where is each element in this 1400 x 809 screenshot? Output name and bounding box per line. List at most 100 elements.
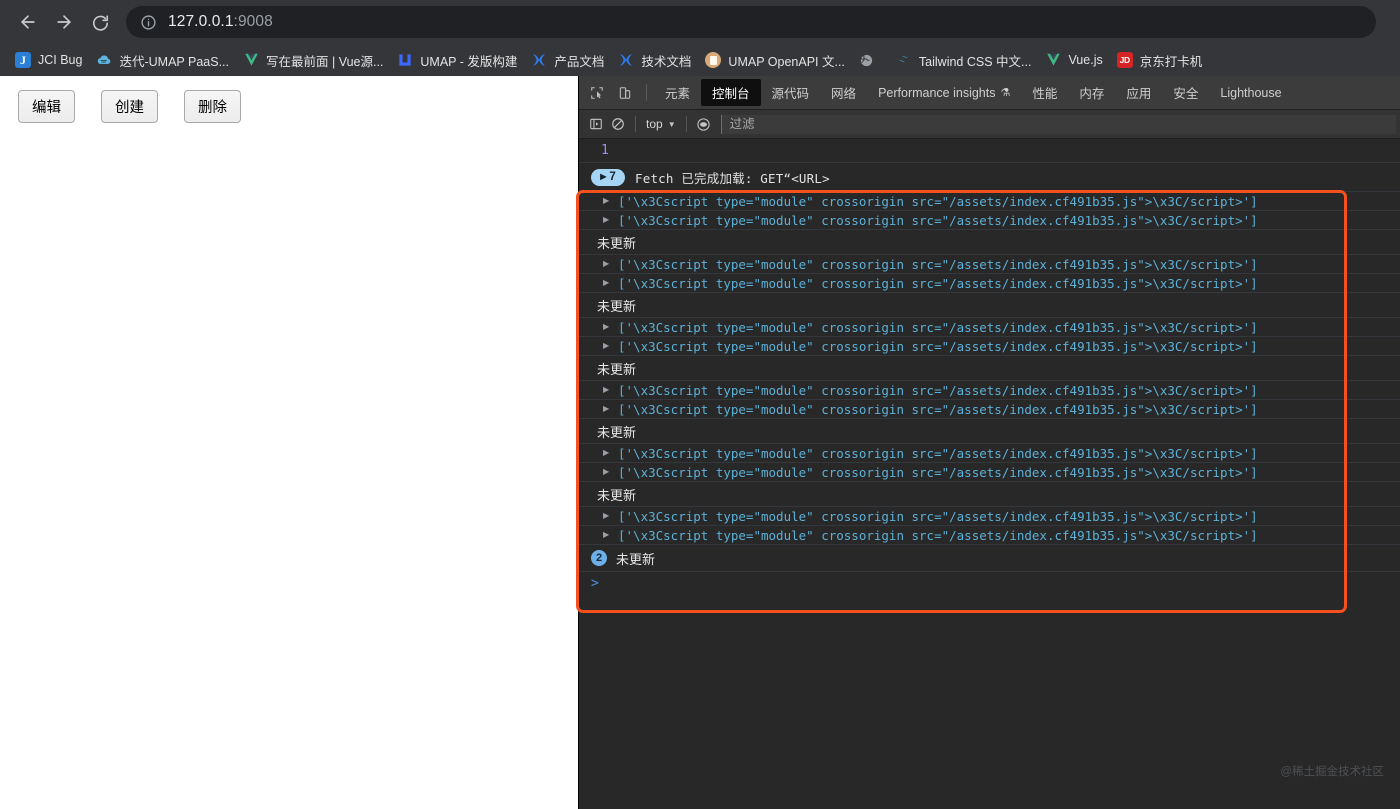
console-log-row[interactable]: ▶ ['\x3Cscript type="module" crossorigin… xyxy=(579,255,1400,274)
inspect-element-button[interactable] xyxy=(584,80,610,106)
tab-label: 性能 xyxy=(1032,87,1058,101)
status-text: 未更新 xyxy=(597,361,637,377)
console-fetch-group-row[interactable]: ▶ 7 Fetch 已完成加载: GET“<URL> xyxy=(579,163,1400,192)
bookmark-tailwind[interactable]: Tailwind CSS 中文... xyxy=(889,47,1039,73)
console-log-row[interactable]: ▶ ['\x3Cscript type="module" crossorigin… xyxy=(579,400,1400,419)
expand-arrow-icon[interactable]: ▶ xyxy=(603,216,612,224)
eye-icon xyxy=(697,117,710,131)
bookmark-jd-clock[interactable]: JD 京东打卡机 xyxy=(1110,47,1210,73)
execution-context-selector[interactable]: top ▼ xyxy=(642,117,680,131)
tab-console[interactable]: 控制台 xyxy=(701,79,761,106)
bookmark-umap-openapi[interactable]: UMAP OpenAPI 文... xyxy=(698,47,851,73)
bookmark-product-doc[interactable]: 产品文档 xyxy=(524,47,611,73)
beaker-icon: ⚗ xyxy=(1000,87,1011,99)
toolbar-divider xyxy=(646,84,647,101)
console-log-row[interactable]: ▶ ['\x3Cscript type="module" crossorigin… xyxy=(579,337,1400,356)
vue-favicon-icon xyxy=(243,52,259,68)
device-toolbar-button[interactable] xyxy=(612,80,638,106)
tab-security[interactable]: 安全 xyxy=(1162,79,1209,106)
console-sidebar-toggle-button[interactable] xyxy=(585,113,607,135)
reload-button[interactable] xyxy=(82,4,118,40)
devtools-tabbar: 元素 控制台 源代码 网络 Performance insights ⚗ 性能 … xyxy=(579,76,1400,110)
toolbar-divider xyxy=(635,116,636,132)
console-log-row[interactable]: ▶ ['\x3Cscript type="module" crossorigin… xyxy=(579,526,1400,545)
bookmark-label: Vue.js xyxy=(1068,53,1103,67)
expand-arrow-icon[interactable]: ▶ xyxy=(603,323,612,331)
back-button[interactable] xyxy=(10,4,46,40)
bookmark-label: 写在最前面 | Vue源... xyxy=(266,54,384,69)
toolbar-divider xyxy=(685,116,687,132)
console-log-row[interactable]: ▶ ['\x3Cscript type="module" crossorigin… xyxy=(579,318,1400,337)
console-final-status-row[interactable]: 2 未更新 xyxy=(579,545,1400,572)
console-status-row: 未更新 xyxy=(579,293,1400,318)
tab-performance[interactable]: 性能 xyxy=(1021,79,1068,106)
console-message-list[interactable]: 1 ▶ 7 Fetch 已完成加载: GET“<URL> ▶ ['\x3Cscr… xyxy=(579,139,1400,809)
status-text: 未更新 xyxy=(597,235,637,251)
console-log-row[interactable]: ▶ ['\x3Cscript type="module" crossorigin… xyxy=(579,444,1400,463)
bookmark-label: 迭代-UMAP PaaS... xyxy=(119,54,229,69)
forward-arrow-icon xyxy=(57,15,71,29)
tab-network[interactable]: 网络 xyxy=(820,79,867,106)
tailwind-favicon-icon xyxy=(896,52,912,68)
bookmark-jci-bug[interactable]: J JCI Bug xyxy=(8,47,89,73)
delete-button[interactable]: 删除 xyxy=(184,90,241,123)
log-message-text: ['\x3Cscript type="module" crossorigin s… xyxy=(618,212,1258,228)
edit-button[interactable]: 编辑 xyxy=(18,90,75,123)
live-expression-button[interactable] xyxy=(693,113,715,135)
address-bar[interactable]: 127.0.0.1:9008 xyxy=(126,6,1376,38)
jci-favicon-icon: J xyxy=(15,52,31,68)
expand-arrow-icon[interactable]: ▶ xyxy=(603,197,612,205)
expand-arrow-icon[interactable]: ▶ xyxy=(603,512,612,520)
expand-arrow-icon[interactable]: ▶ xyxy=(603,405,612,413)
expand-arrow-icon[interactable]: ▶ xyxy=(603,386,612,394)
bookmark-globe[interactable] xyxy=(852,47,889,73)
console-log-row[interactable]: ▶ ['\x3Cscript type="module" crossorigin… xyxy=(579,211,1400,230)
console-log-row[interactable]: ▶ ['\x3Cscript type="module" crossorigin… xyxy=(579,463,1400,482)
clear-console-button[interactable] xyxy=(607,113,629,135)
bookmark-label: 京东打卡机 xyxy=(1139,54,1203,69)
tab-sources[interactable]: 源代码 xyxy=(761,79,821,106)
bookmark-tech-doc[interactable]: 技术文档 xyxy=(611,47,698,73)
expand-arrow-icon[interactable]: ▶ xyxy=(603,342,612,350)
console-log-row[interactable]: ▶ ['\x3Cscript type="module" crossorigin… xyxy=(579,507,1400,526)
expand-arrow-icon[interactable]: ▶ xyxy=(603,468,612,476)
url-port: :9008 xyxy=(233,13,273,30)
sidebar-panel-icon xyxy=(590,118,602,130)
log-message-text: ['\x3Cscript type="module" crossorigin s… xyxy=(618,401,1258,417)
vue-favicon-icon xyxy=(1045,52,1061,68)
reload-icon xyxy=(92,14,108,31)
tab-elements[interactable]: 元素 xyxy=(654,79,701,106)
expand-arrow-icon[interactable]: ▶ xyxy=(603,531,612,539)
tab-performance-insights[interactable]: Performance insights ⚗ xyxy=(867,82,1021,104)
bookmark-umap-paas[interactable]: 迭代-UMAP PaaS... xyxy=(89,47,236,73)
tab-lighthouse[interactable]: Lighthouse xyxy=(1209,82,1292,104)
tab-application[interactable]: 应用 xyxy=(1115,79,1162,106)
fetch-group-badge[interactable]: ▶ 7 xyxy=(591,168,625,186)
console-status-row: 未更新 xyxy=(579,482,1400,507)
status-text: 未更新 xyxy=(597,487,637,503)
back-arrow-icon xyxy=(21,15,35,29)
bookmark-umap-build[interactable]: UMAP - 发版构建 xyxy=(390,47,524,73)
expand-arrow-icon[interactable]: ▶ xyxy=(603,260,612,268)
forward-button[interactable] xyxy=(46,4,82,40)
console-input-prompt[interactable]: > xyxy=(579,572,1400,594)
expand-arrow-icon[interactable]: ▶ xyxy=(603,449,612,457)
document-favicon-icon xyxy=(705,52,722,68)
fetch-badge-count: 7 xyxy=(609,171,616,183)
repeat-count-badge[interactable]: 2 xyxy=(591,550,607,566)
console-filter-input[interactable] xyxy=(720,114,1396,134)
x-favicon-icon xyxy=(531,52,547,68)
console-log-row[interactable]: ▶ ['\x3Cscript type="module" crossorigin… xyxy=(579,274,1400,293)
tab-memory[interactable]: 内存 xyxy=(1068,79,1115,106)
log-message-text: ['\x3Cscript type="module" crossorigin s… xyxy=(618,464,1258,480)
bookmark-vue-source[interactable]: 写在最前面 | Vue源... xyxy=(236,47,390,73)
expand-arrow-icon[interactable]: ▶ xyxy=(603,279,612,287)
status-text: 未更新 xyxy=(616,551,656,567)
tab-label: 网络 xyxy=(831,87,857,101)
tab-label: Performance insights xyxy=(878,85,996,100)
create-button[interactable]: 创建 xyxy=(101,90,158,123)
console-log-row[interactable]: ▶ ['\x3Cscript type="module" crossorigin… xyxy=(579,381,1400,400)
log-message-text: ['\x3Cscript type="module" crossorigin s… xyxy=(618,382,1258,398)
console-log-row[interactable]: ▶ ['\x3Cscript type="module" crossorigin… xyxy=(579,192,1400,211)
bookmark-vuejs[interactable]: Vue.js xyxy=(1038,47,1109,73)
